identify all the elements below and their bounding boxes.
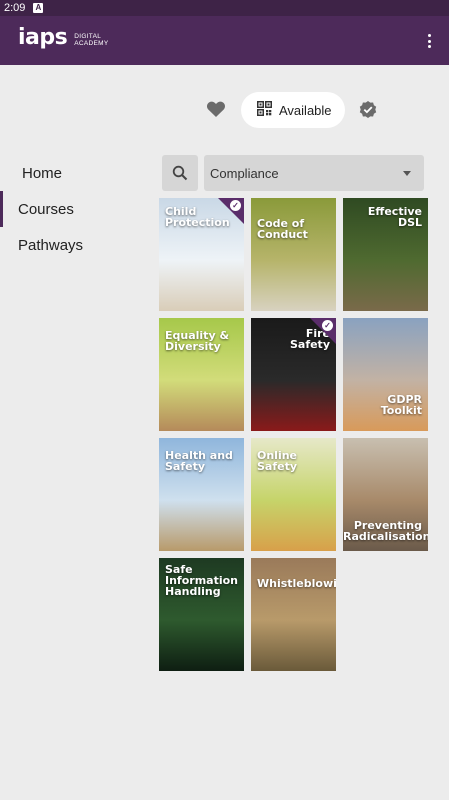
course-card[interactable]: Effective DSL <box>343 198 428 311</box>
category-value: Compliance <box>210 165 279 181</box>
nav-item-label: Home <box>22 164 63 182</box>
logo-subtitle: DIGITAL ACADEMY <box>74 33 108 50</box>
course-card[interactable]: Fire Safety ✓ <box>251 318 336 431</box>
search-icon <box>172 165 188 181</box>
course-card[interactable]: Equality & Diversity <box>159 318 244 431</box>
iaps-logo[interactable]: iaps DIGITAL ACADEMY <box>18 26 108 50</box>
available-label: Available <box>279 102 332 118</box>
course-title: Safe Information Handling <box>165 563 238 598</box>
course-title: Effective DSL <box>367 205 422 229</box>
search-row: Compliance <box>162 155 424 191</box>
course-card[interactable]: GDPR Toolkit <box>343 318 428 431</box>
chevron-down-icon <box>403 171 411 176</box>
course-card[interactable]: Preventing Radicalisation <box>343 438 428 551</box>
status-time: 2:09 <box>4 2 26 14</box>
check-icon: ✓ <box>230 200 241 211</box>
logo-subtitle-line1: DIGITAL <box>74 33 102 40</box>
course-title: Online Safety <box>257 449 298 473</box>
check-icon: ✓ <box>322 320 333 331</box>
side-navigation: Home Courses Pathways <box>0 155 140 263</box>
status-bar: 2:09 A <box>0 0 449 16</box>
nav-item-label: Courses <box>18 200 74 218</box>
nav-item-label: Pathways <box>18 236 84 254</box>
overflow-menu-icon[interactable] <box>423 31 435 51</box>
course-card[interactable]: Whistleblowing <box>251 558 336 671</box>
notification-icon: A <box>33 3 44 13</box>
course-card[interactable]: Health and Safety <box>159 438 244 551</box>
course-title: Equality & Diversity <box>165 329 230 353</box>
course-title: Health and Safety <box>165 449 233 473</box>
nav-item-home[interactable]: Home <box>0 155 140 191</box>
available-filter-button[interactable]: Available <box>241 92 345 128</box>
filter-bar: Available <box>0 92 449 128</box>
completed-badge-icon[interactable] <box>358 100 378 120</box>
qr-code-icon <box>257 101 272 119</box>
course-card[interactable]: Safe Information Handling <box>159 558 244 671</box>
category-dropdown[interactable]: Compliance <box>204 155 424 191</box>
nav-item-courses[interactable]: Courses <box>0 191 140 227</box>
course-title: Code of Conduct <box>257 217 308 241</box>
course-card[interactable]: Code of Conduct <box>251 198 336 311</box>
course-title: Preventing Radicalisation <box>343 519 428 543</box>
course-card[interactable]: Online Safety <box>251 438 336 551</box>
logo-subtitle-line2: ACADEMY <box>74 40 109 47</box>
course-card[interactable]: Child Protection ✓ <box>159 198 244 311</box>
nav-item-pathways[interactable]: Pathways <box>0 227 140 263</box>
course-title: Whistleblowing <box>257 577 336 590</box>
favourites-heart-icon[interactable] <box>206 100 228 120</box>
app-bar: iaps DIGITAL ACADEMY <box>0 16 449 65</box>
logo-word: iaps <box>18 25 68 50</box>
search-button[interactable] <box>162 155 198 191</box>
course-title: GDPR Toolkit <box>380 393 422 417</box>
